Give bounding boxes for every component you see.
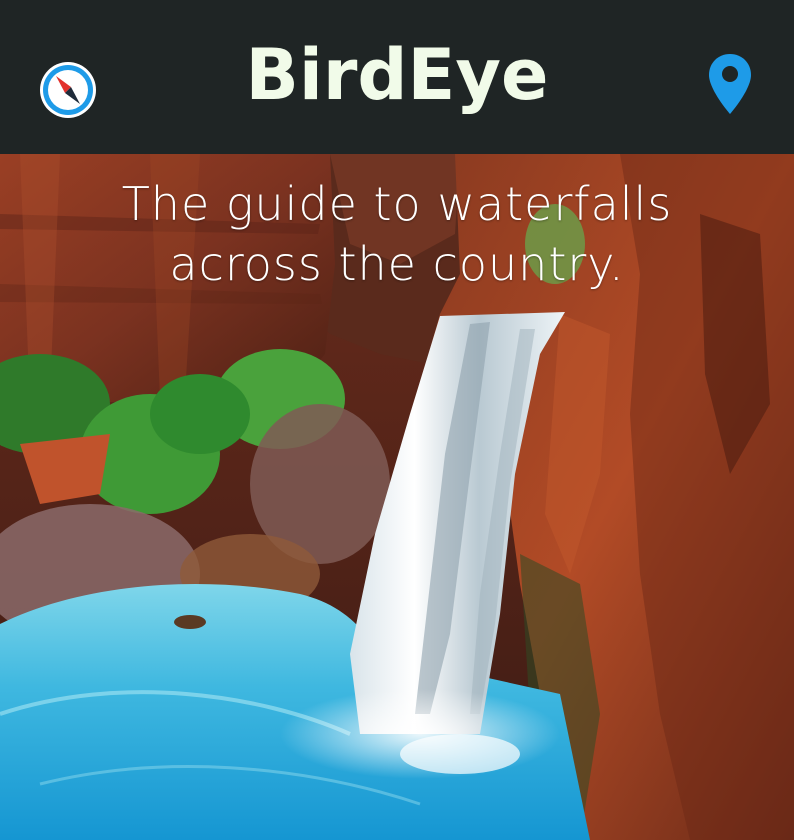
location-pin-icon[interactable] xyxy=(707,52,753,116)
tagline-line-1: The guide to waterfalls xyxy=(121,177,673,231)
app-header: BirdEye xyxy=(0,0,794,154)
hero-tagline: The guide to waterfalls across the count… xyxy=(0,174,794,294)
tagline-line-2: across the country. xyxy=(169,237,625,291)
app-title: BirdEye xyxy=(245,34,549,116)
